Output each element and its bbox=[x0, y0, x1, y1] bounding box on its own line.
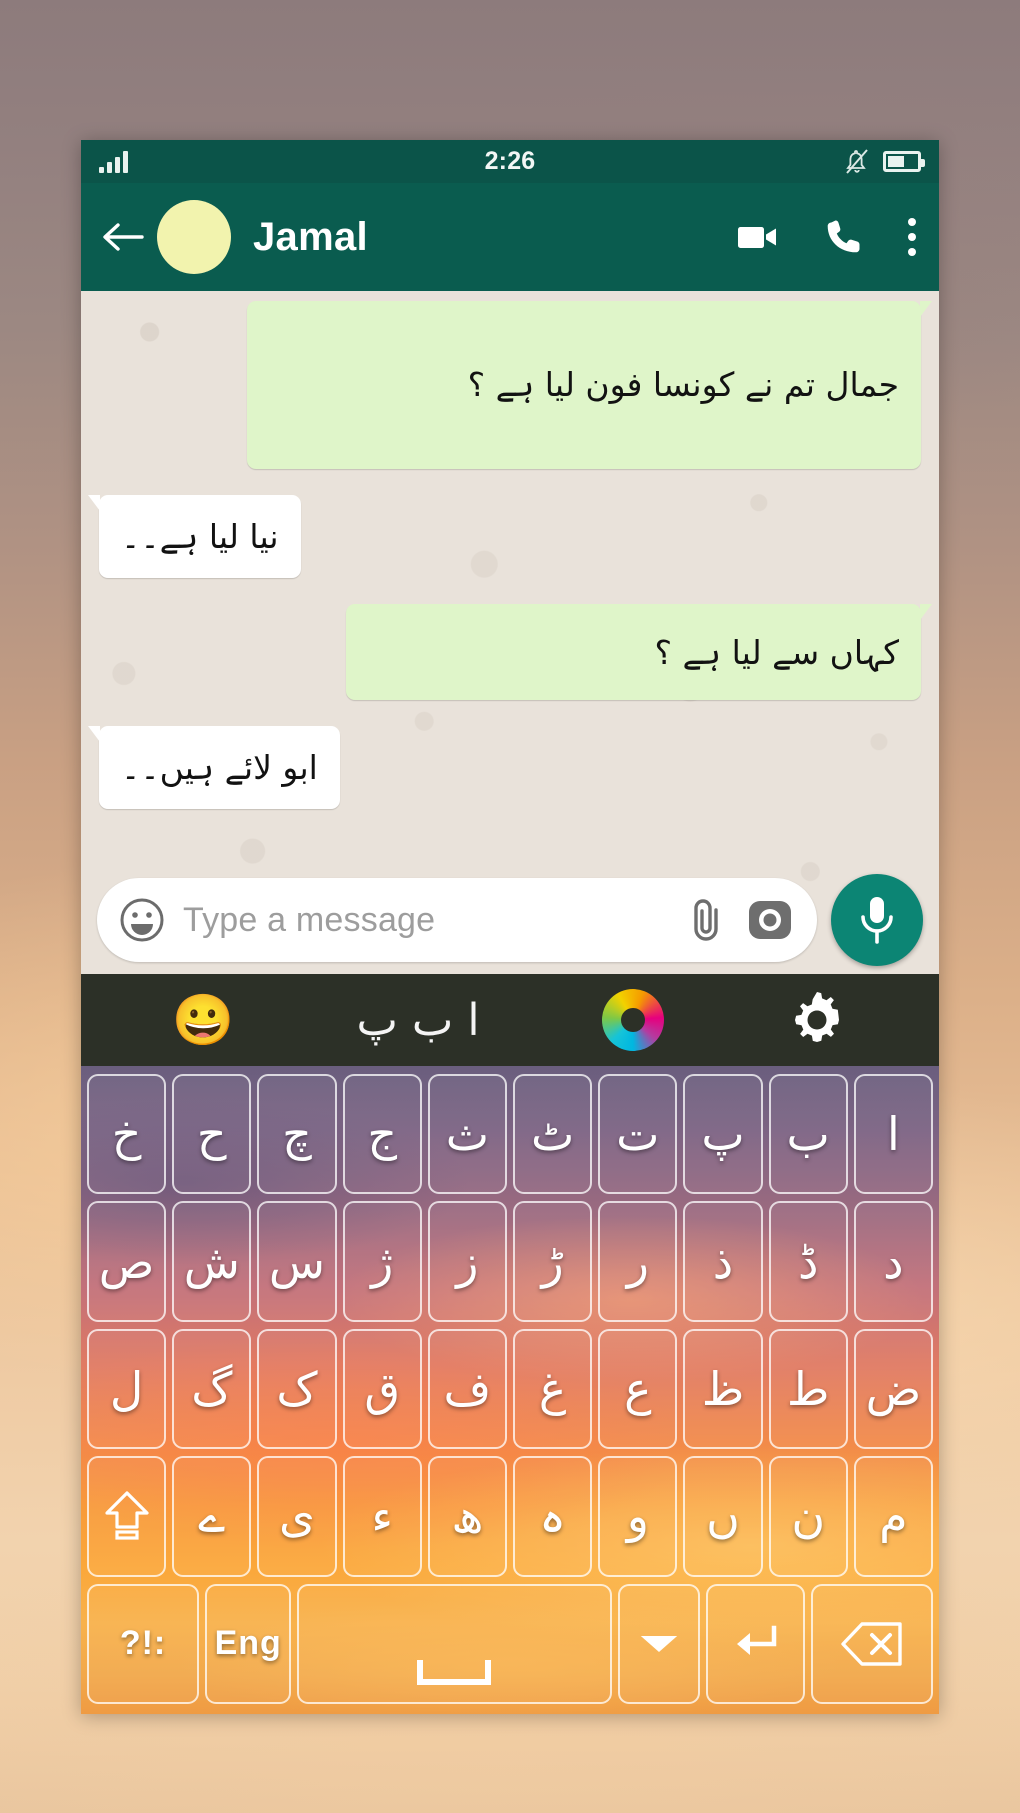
emoji-smiley-icon[interactable] bbox=[119, 897, 165, 943]
message-input-pill[interactable]: Type a message bbox=[97, 878, 817, 962]
backspace-delete-icon bbox=[841, 1622, 902, 1666]
keyboard-app-logo-icon[interactable] bbox=[601, 989, 664, 1051]
key-dad[interactable]: ض bbox=[853, 1328, 933, 1450]
key-ghain[interactable]: غ bbox=[512, 1328, 593, 1450]
key-seen[interactable]: س bbox=[257, 1201, 337, 1322]
key-backspace[interactable] bbox=[810, 1583, 933, 1705]
shift-up-arrow-icon bbox=[104, 1491, 149, 1541]
emoji-grinning-icon[interactable]: 😀 bbox=[172, 995, 234, 1045]
status-bar: 2:26 bbox=[81, 140, 939, 183]
phone-icon[interactable] bbox=[821, 215, 865, 259]
key-teh[interactable]: ت bbox=[598, 1074, 678, 1195]
key-heh-doachashmee[interactable]: ھ bbox=[427, 1456, 507, 1577]
voice-record-button[interactable] bbox=[831, 874, 923, 966]
message-bubble-outgoing[interactable]: کہاں سے لیا ہے ؟ bbox=[345, 604, 933, 701]
key-qaf[interactable]: ق bbox=[342, 1328, 422, 1450]
keyboard-row-2: د ڈ ذ ر ڑ ز ژ س ش ص bbox=[86, 1201, 933, 1322]
key-ddal[interactable]: ڈ bbox=[768, 1201, 848, 1322]
battery-icon bbox=[883, 151, 925, 172]
keyboard-language-label[interactable]: ا ب پ bbox=[357, 995, 480, 1046]
urdu-keyboard: ا ب پ ت ٹ ث ج چ ح خ د ڈ ذ ر ڑ ز ژ س ش ص … bbox=[81, 1066, 939, 1714]
key-alef[interactable]: ا bbox=[853, 1074, 933, 1195]
wallpaper-backdrop: 2:26 Jamal جمال تم نے کونسا فون لیا ہے ؟… bbox=[0, 0, 1020, 1813]
key-space[interactable] bbox=[297, 1583, 612, 1705]
key-tteh[interactable]: ٹ bbox=[512, 1074, 593, 1195]
message-bubble-incoming[interactable]: ابو لائے ہیں۔۔ bbox=[88, 726, 340, 810]
key-kaf[interactable]: ک bbox=[257, 1328, 337, 1450]
key-rreh[interactable]: ڑ bbox=[512, 1201, 593, 1322]
more-vertical-icon[interactable] bbox=[907, 218, 917, 256]
key-yeh-barree[interactable]: ے bbox=[172, 1456, 252, 1577]
contact-avatar[interactable] bbox=[157, 200, 231, 274]
messages-container: جمال تم نے کونسا فون لیا ہے ؟ نیا لیا ہے… bbox=[88, 301, 933, 810]
key-zain[interactable]: ز bbox=[427, 1201, 507, 1322]
key-sad[interactable]: ص bbox=[86, 1201, 167, 1322]
header-actions bbox=[735, 215, 917, 259]
key-dal[interactable]: د bbox=[853, 1201, 933, 1322]
key-noon-ghunna[interactable]: ں bbox=[683, 1456, 763, 1577]
status-time: 2:26 bbox=[484, 147, 536, 175]
chat-header: Jamal bbox=[81, 183, 939, 291]
message-row-outgoing: کہاں سے لیا ہے ؟ bbox=[99, 604, 933, 701]
video-camera-icon[interactable] bbox=[735, 215, 779, 259]
key-ain[interactable]: ع bbox=[598, 1328, 678, 1450]
bell-muted-icon bbox=[846, 148, 868, 174]
key-feh[interactable]: ف bbox=[427, 1328, 507, 1450]
chat-message-list[interactable]: جمال تم نے کونسا فون لیا ہے ؟ نیا لیا ہے… bbox=[81, 291, 939, 974]
key-reh[interactable]: ر bbox=[598, 1201, 678, 1322]
key-khah[interactable]: خ bbox=[86, 1074, 167, 1195]
camera-icon[interactable] bbox=[745, 895, 795, 945]
keyboard-row-5: Eng :!? bbox=[86, 1583, 933, 1705]
keyboard-toolbar: 😀 ا ب پ bbox=[81, 974, 939, 1066]
key-theh[interactable]: ث bbox=[427, 1074, 507, 1195]
message-bubble-incoming[interactable]: نیا لیا ہے۔۔ bbox=[88, 495, 301, 579]
key-meem[interactable]: م bbox=[853, 1456, 933, 1577]
key-waw[interactable]: و bbox=[598, 1456, 678, 1577]
key-jeh[interactable]: ژ bbox=[342, 1201, 422, 1322]
chevron-down-icon bbox=[640, 1635, 677, 1652]
message-row-incoming: ابو لائے ہیں۔۔ bbox=[88, 726, 921, 810]
microphone-icon bbox=[861, 897, 893, 944]
key-tah[interactable]: ط bbox=[768, 1328, 848, 1450]
key-noon[interactable]: ن bbox=[768, 1456, 848, 1577]
keyboard-row-4: م ن ں و ہ ھ ء ی ے bbox=[86, 1456, 933, 1577]
key-thal[interactable]: ذ bbox=[683, 1201, 763, 1322]
message-row-outgoing: جمال تم نے کونسا فون لیا ہے ؟ bbox=[99, 301, 933, 469]
key-hamza[interactable]: ء bbox=[342, 1456, 422, 1577]
key-peh[interactable]: پ bbox=[683, 1074, 763, 1195]
key-cheh[interactable]: چ bbox=[257, 1074, 337, 1195]
keyboard-row-3: ض ط ظ ع غ ف ق ک گ ل bbox=[86, 1328, 933, 1450]
key-shift[interactable] bbox=[86, 1456, 167, 1577]
message-row-incoming: نیا لیا ہے۔۔ bbox=[88, 495, 921, 579]
paperclip-icon[interactable] bbox=[685, 897, 727, 943]
spacebar-icon bbox=[417, 1660, 492, 1686]
key-yeh[interactable]: ی bbox=[257, 1456, 337, 1577]
key-hide-keyboard[interactable] bbox=[617, 1583, 700, 1705]
phone-screen: 2:26 Jamal جمال تم نے کونسا فون لیا ہے ؟… bbox=[81, 140, 939, 1714]
key-language-eng[interactable]: Eng bbox=[205, 1583, 292, 1705]
key-jeem[interactable]: ج bbox=[342, 1074, 422, 1195]
message-composer: Type a message bbox=[81, 874, 939, 966]
key-sheen[interactable]: ش bbox=[172, 1201, 252, 1322]
enter-return-icon bbox=[737, 1625, 777, 1655]
status-icons bbox=[844, 148, 925, 176]
contact-name: Jamal bbox=[253, 214, 368, 259]
key-beh[interactable]: ب bbox=[768, 1074, 848, 1195]
message-input-placeholder[interactable]: Type a message bbox=[183, 901, 667, 940]
key-hah[interactable]: ح bbox=[172, 1074, 252, 1195]
message-bubble-outgoing[interactable]: جمال تم نے کونسا فون لیا ہے ؟ bbox=[246, 301, 933, 469]
key-symbols[interactable]: :!? bbox=[86, 1583, 200, 1705]
key-zah[interactable]: ظ bbox=[683, 1328, 763, 1450]
key-heh-goal[interactable]: ہ bbox=[512, 1456, 593, 1577]
key-lam[interactable]: ل bbox=[86, 1328, 167, 1450]
keyboard-row-1: ا ب پ ت ٹ ث ج چ ح خ bbox=[86, 1074, 933, 1195]
key-enter[interactable] bbox=[705, 1583, 805, 1705]
back-arrow-icon[interactable] bbox=[101, 217, 145, 257]
key-gaf[interactable]: گ bbox=[172, 1328, 252, 1450]
gear-icon[interactable] bbox=[786, 989, 848, 1051]
